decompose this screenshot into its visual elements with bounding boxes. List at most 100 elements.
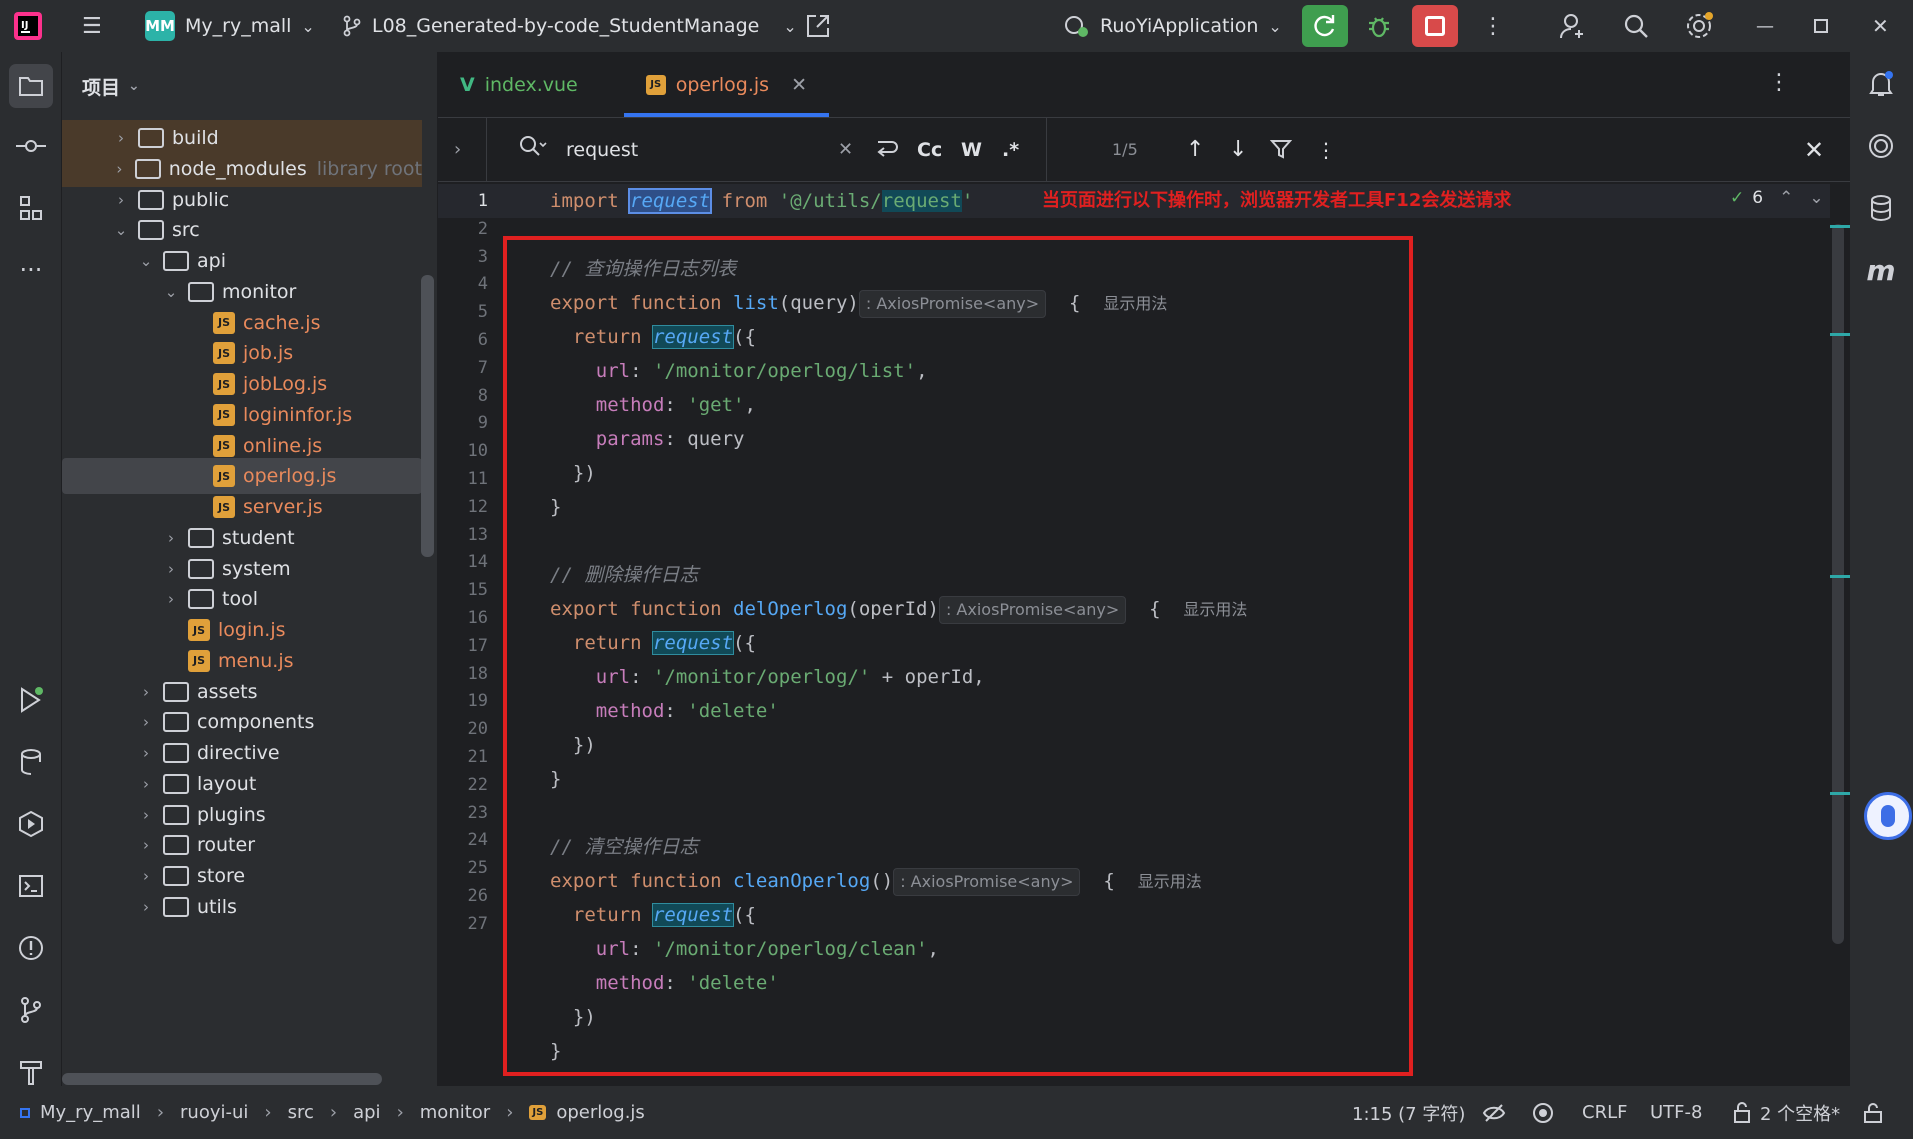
tabs-more-icon[interactable]: ⋮ [1768, 70, 1790, 95]
tree-item-label: api [197, 250, 226, 272]
run-icon[interactable] [11, 680, 51, 720]
search-everywhere-icon[interactable] [1622, 0, 1650, 52]
match-case-toggle[interactable]: Cc [917, 139, 942, 161]
folder-icon [163, 681, 189, 702]
line-number: 27 [467, 913, 488, 934]
open-in-window-icon[interactable] [804, 0, 832, 52]
breadcrumb-item[interactable]: My_ry_mall [40, 1102, 141, 1123]
project-folder-icon[interactable] [9, 64, 53, 108]
chevron-right-icon[interactable]: › [110, 129, 132, 147]
right-tool-strip: m [1850, 52, 1913, 1086]
tree-vertical-scrollbar[interactable] [421, 275, 434, 557]
power-save-icon[interactable] [1532, 1102, 1554, 1124]
expand-replace-icon[interactable]: › [454, 139, 461, 160]
main-menu-icon[interactable]: ☰ [82, 0, 102, 52]
more-actions-icon[interactable]: ⋮ [1482, 0, 1504, 52]
chevron-right-icon[interactable]: › [135, 744, 157, 762]
tree-item-label: utils [197, 895, 237, 918]
floating-assistant-icon[interactable] [1864, 792, 1912, 840]
chevron-right-icon[interactable]: › [135, 806, 157, 824]
stop-button[interactable] [1412, 5, 1458, 47]
services-play-icon[interactable] [11, 804, 51, 844]
notifications-bell-icon[interactable] [1861, 64, 1901, 104]
database-icon[interactable] [1861, 188, 1901, 228]
close-window-icon[interactable]: ✕ [1872, 0, 1889, 52]
left-tool-strip: ··· [0, 52, 62, 1086]
chevron-right-icon[interactable]: › [135, 775, 157, 793]
breadcrumb-item[interactable]: operlog.js [556, 1102, 644, 1123]
tree-item-hint: library root [316, 157, 422, 180]
folder-icon [138, 189, 164, 210]
app-logo[interactable]: IJ [14, 0, 42, 52]
minimize-icon[interactable]: — [1756, 0, 1774, 52]
debug-button[interactable] [1356, 5, 1402, 47]
breadcrumb-item[interactable]: monitor [420, 1102, 490, 1123]
problems-icon[interactable] [11, 928, 51, 968]
line-separator[interactable]: CRLF [1582, 1102, 1627, 1123]
inspection-widget[interactable]: ✓ 6 ⌃ ⌄ [1730, 188, 1824, 208]
indent-setting[interactable]: 2 个空格* [1732, 1100, 1840, 1126]
clear-search-icon[interactable]: ✕ [838, 139, 853, 160]
chevron-right-icon[interactable]: › [135, 683, 157, 701]
breadcrumb-item[interactable]: ruoyi-ui [180, 1102, 248, 1123]
file-encoding[interactable]: UTF-8 [1650, 1102, 1702, 1123]
find-more-icon[interactable]: ⋮ [1316, 138, 1336, 162]
maximize-icon[interactable] [1814, 0, 1828, 52]
more-tools-icon[interactable]: ··· [11, 250, 51, 290]
tab-label: index.vue [484, 73, 578, 96]
settings-gear-icon[interactable] [1684, 0, 1714, 52]
ai-assistant-icon[interactable] [1861, 126, 1901, 166]
breadcrumb-item[interactable]: src [288, 1102, 314, 1123]
regex-toggle[interactable]: .* [1002, 139, 1019, 161]
tree-horizontal-scrollbar[interactable] [62, 1073, 382, 1085]
caret-position[interactable]: 1:15 (7 字符) [1352, 1100, 1465, 1126]
add-user-icon[interactable] [1558, 0, 1588, 52]
tree-item-utils[interactable]: › utils [62, 889, 422, 925]
git-icon[interactable] [11, 990, 51, 1030]
js-file-icon: JS [213, 434, 235, 457]
close-find-icon[interactable]: ✕ [1804, 136, 1824, 164]
annotation-text: 当页面进行以下操作时，浏览器开发者工具F12会发送请求 [1042, 190, 1512, 211]
chevron-right-icon[interactable]: › [110, 160, 129, 178]
chevron-right-icon[interactable]: › [160, 560, 182, 578]
chevron-right-icon[interactable]: › [135, 836, 157, 854]
folder-icon [188, 281, 214, 302]
js-file-icon: JS [188, 649, 210, 672]
close-tab-icon[interactable]: ✕ [791, 74, 807, 96]
tree-item-label: cache.js [243, 311, 321, 334]
project-switcher[interactable]: MM My_ry_mall ⌄ [145, 0, 315, 52]
chevron-down-icon[interactable]: ⌄ [135, 252, 157, 270]
search-input[interactable] [566, 134, 766, 166]
chevron-right-icon[interactable]: › [135, 867, 157, 885]
editor-scrollbar[interactable] [1832, 224, 1844, 944]
chevron-down-icon[interactable]: ⌄ [1809, 188, 1823, 208]
commit-icon[interactable] [11, 126, 51, 166]
lock-icon[interactable] [1862, 1102, 1884, 1124]
breadcrumb-item[interactable]: api [353, 1102, 380, 1123]
branch-switcher[interactable]: L08_Generated-by-code_StudentManage ⌄ [342, 0, 797, 52]
chevron-right-icon[interactable]: › [135, 898, 157, 916]
next-match-icon[interactable]: ↓ [1229, 137, 1247, 162]
chevron-right-icon[interactable]: › [135, 713, 157, 731]
chevron-up-icon[interactable]: ⌃ [1779, 188, 1793, 208]
services-database-icon[interactable] [11, 742, 51, 782]
tab-operlog-js[interactable]: JS operlog.js ✕ [623, 52, 830, 117]
previous-match-icon[interactable]: ↑ [1186, 137, 1204, 162]
readonly-eye-icon[interactable] [1482, 1103, 1506, 1123]
tab-index-vue[interactable]: V index.vue [438, 52, 600, 117]
chevron-right-icon[interactable]: › [110, 191, 132, 209]
project-panel-header[interactable]: 项目 ⌄ [62, 52, 437, 120]
chevron-down-icon[interactable]: ⌄ [110, 221, 132, 239]
chevron-right-icon[interactable]: › [160, 590, 182, 608]
whole-word-toggle[interactable]: W [961, 139, 982, 161]
terminal-icon[interactable] [11, 866, 51, 906]
rerun-button[interactable] [1302, 5, 1348, 47]
chevron-right-icon[interactable]: › [160, 529, 182, 547]
structure-icon[interactable] [11, 188, 51, 228]
filter-icon[interactable] [1269, 138, 1293, 165]
run-config-selector[interactable]: RuoYiApplication ⌄ [1062, 0, 1282, 52]
maven-icon[interactable]: m [1861, 250, 1901, 290]
multiline-icon[interactable] [874, 136, 900, 165]
chevron-down-icon[interactable]: ⌄ [160, 283, 182, 301]
search-icon[interactable] [518, 134, 548, 165]
